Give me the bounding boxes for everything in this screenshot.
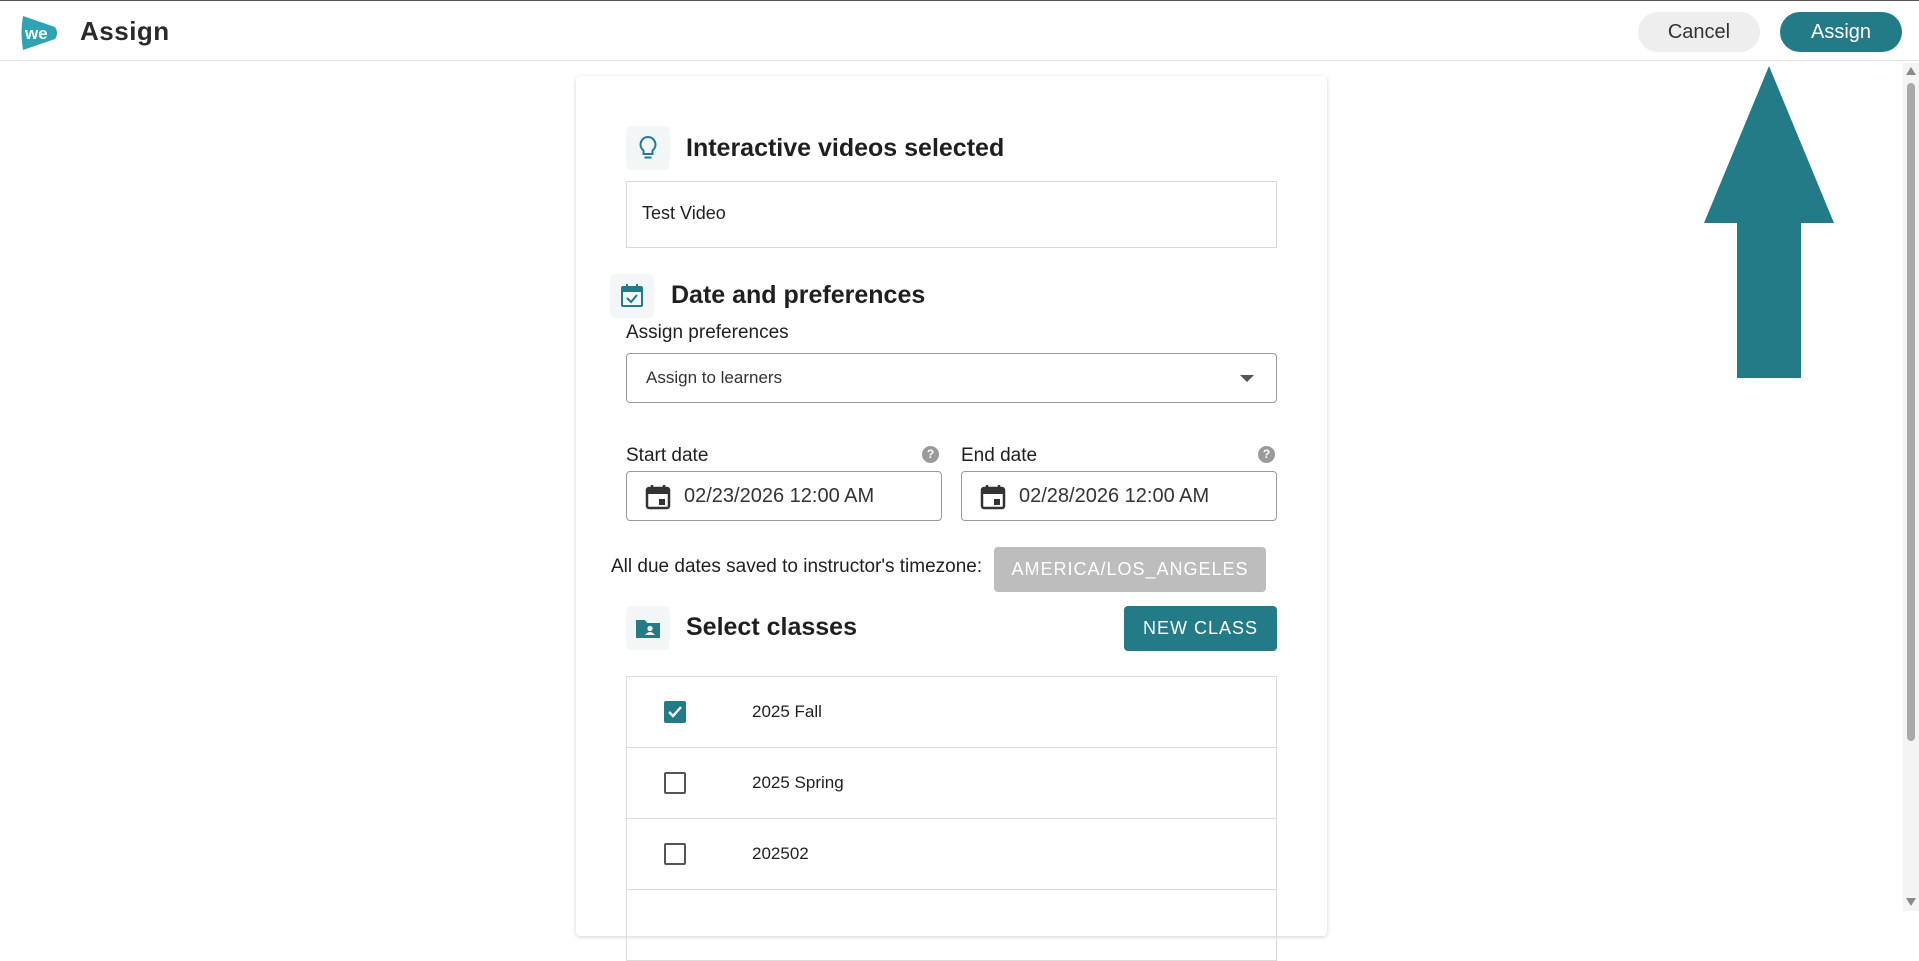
page-title: Assign: [80, 16, 170, 46]
arrow-up-icon: [1704, 66, 1834, 378]
svg-text:we: we: [24, 24, 48, 43]
check-icon: [668, 706, 682, 718]
timezone-note: All due dates saved to instructor's time…: [611, 556, 983, 577]
start-date-value[interactable]: 02/23/2026 12:00 AM: [684, 485, 880, 508]
class-row[interactable]: 2025 Spring: [627, 748, 1276, 819]
calendar-icon[interactable]: [645, 484, 671, 510]
page-scrollbar[interactable]: [1903, 63, 1919, 911]
we-logo-icon: we: [21, 16, 57, 50]
assign-preferences-value: Assign to learners: [646, 368, 783, 387]
scroll-up-icon[interactable]: [1906, 67, 1916, 75]
class-row[interactable]: [627, 890, 1276, 961]
folder-user-icon: [626, 606, 670, 650]
start-date-field[interactable]: 02/23/2026 12:00 AM: [626, 471, 942, 521]
end-date-help-icon[interactable]: ?: [1258, 446, 1275, 463]
assign-card: Interactive videos selected Test Video D…: [576, 76, 1327, 961]
assign-button[interactable]: Assign: [1780, 12, 1902, 52]
class-row[interactable]: 2025 Fall: [627, 677, 1276, 748]
videos-section-title: Interactive videos selected: [686, 134, 1005, 162]
class-row[interactable]: 202502: [627, 819, 1276, 890]
scroll-down-icon[interactable]: [1906, 898, 1916, 906]
assign-preferences-select[interactable]: Assign to learners: [626, 353, 1277, 403]
start-date-label: Start date: [626, 445, 709, 466]
class-name: 202502: [752, 844, 809, 863]
chevron-down-icon: [1240, 375, 1254, 382]
calendar-check-icon: [610, 274, 654, 318]
end-date-label: End date: [961, 445, 1038, 466]
selected-video-item: Test Video: [626, 181, 1277, 248]
class-name: 2025 Spring: [752, 773, 844, 792]
calendar-icon[interactable]: [980, 484, 1006, 510]
top-bar: we Assign Cancel Assign: [0, 0, 1919, 61]
cancel-button[interactable]: Cancel: [1638, 12, 1760, 52]
timezone-badge: AMERICA/LOS_ANGELES: [994, 547, 1266, 592]
class-checkbox-checked[interactable]: [664, 701, 686, 723]
lightbulb-icon: [626, 126, 670, 170]
end-date-field[interactable]: 02/28/2026 12:00 AM: [961, 471, 1277, 521]
class-checkbox[interactable]: [664, 843, 686, 865]
class-name: 2025 Fall: [752, 702, 822, 721]
classes-section-title: Select classes: [686, 613, 857, 641]
end-date-value[interactable]: 02/28/2026 12:00 AM: [1019, 485, 1215, 508]
start-date-help-icon[interactable]: ?: [922, 446, 939, 463]
class-list: 2025 Fall 2025 Spring 202502: [626, 676, 1277, 961]
dates-section-title: Date and preferences: [671, 281, 926, 309]
scroll-thumb[interactable]: [1907, 83, 1915, 741]
assign-preferences-label: Assign preferences: [626, 322, 789, 343]
class-checkbox[interactable]: [664, 772, 686, 794]
new-class-button[interactable]: NEW CLASS: [1124, 606, 1277, 651]
